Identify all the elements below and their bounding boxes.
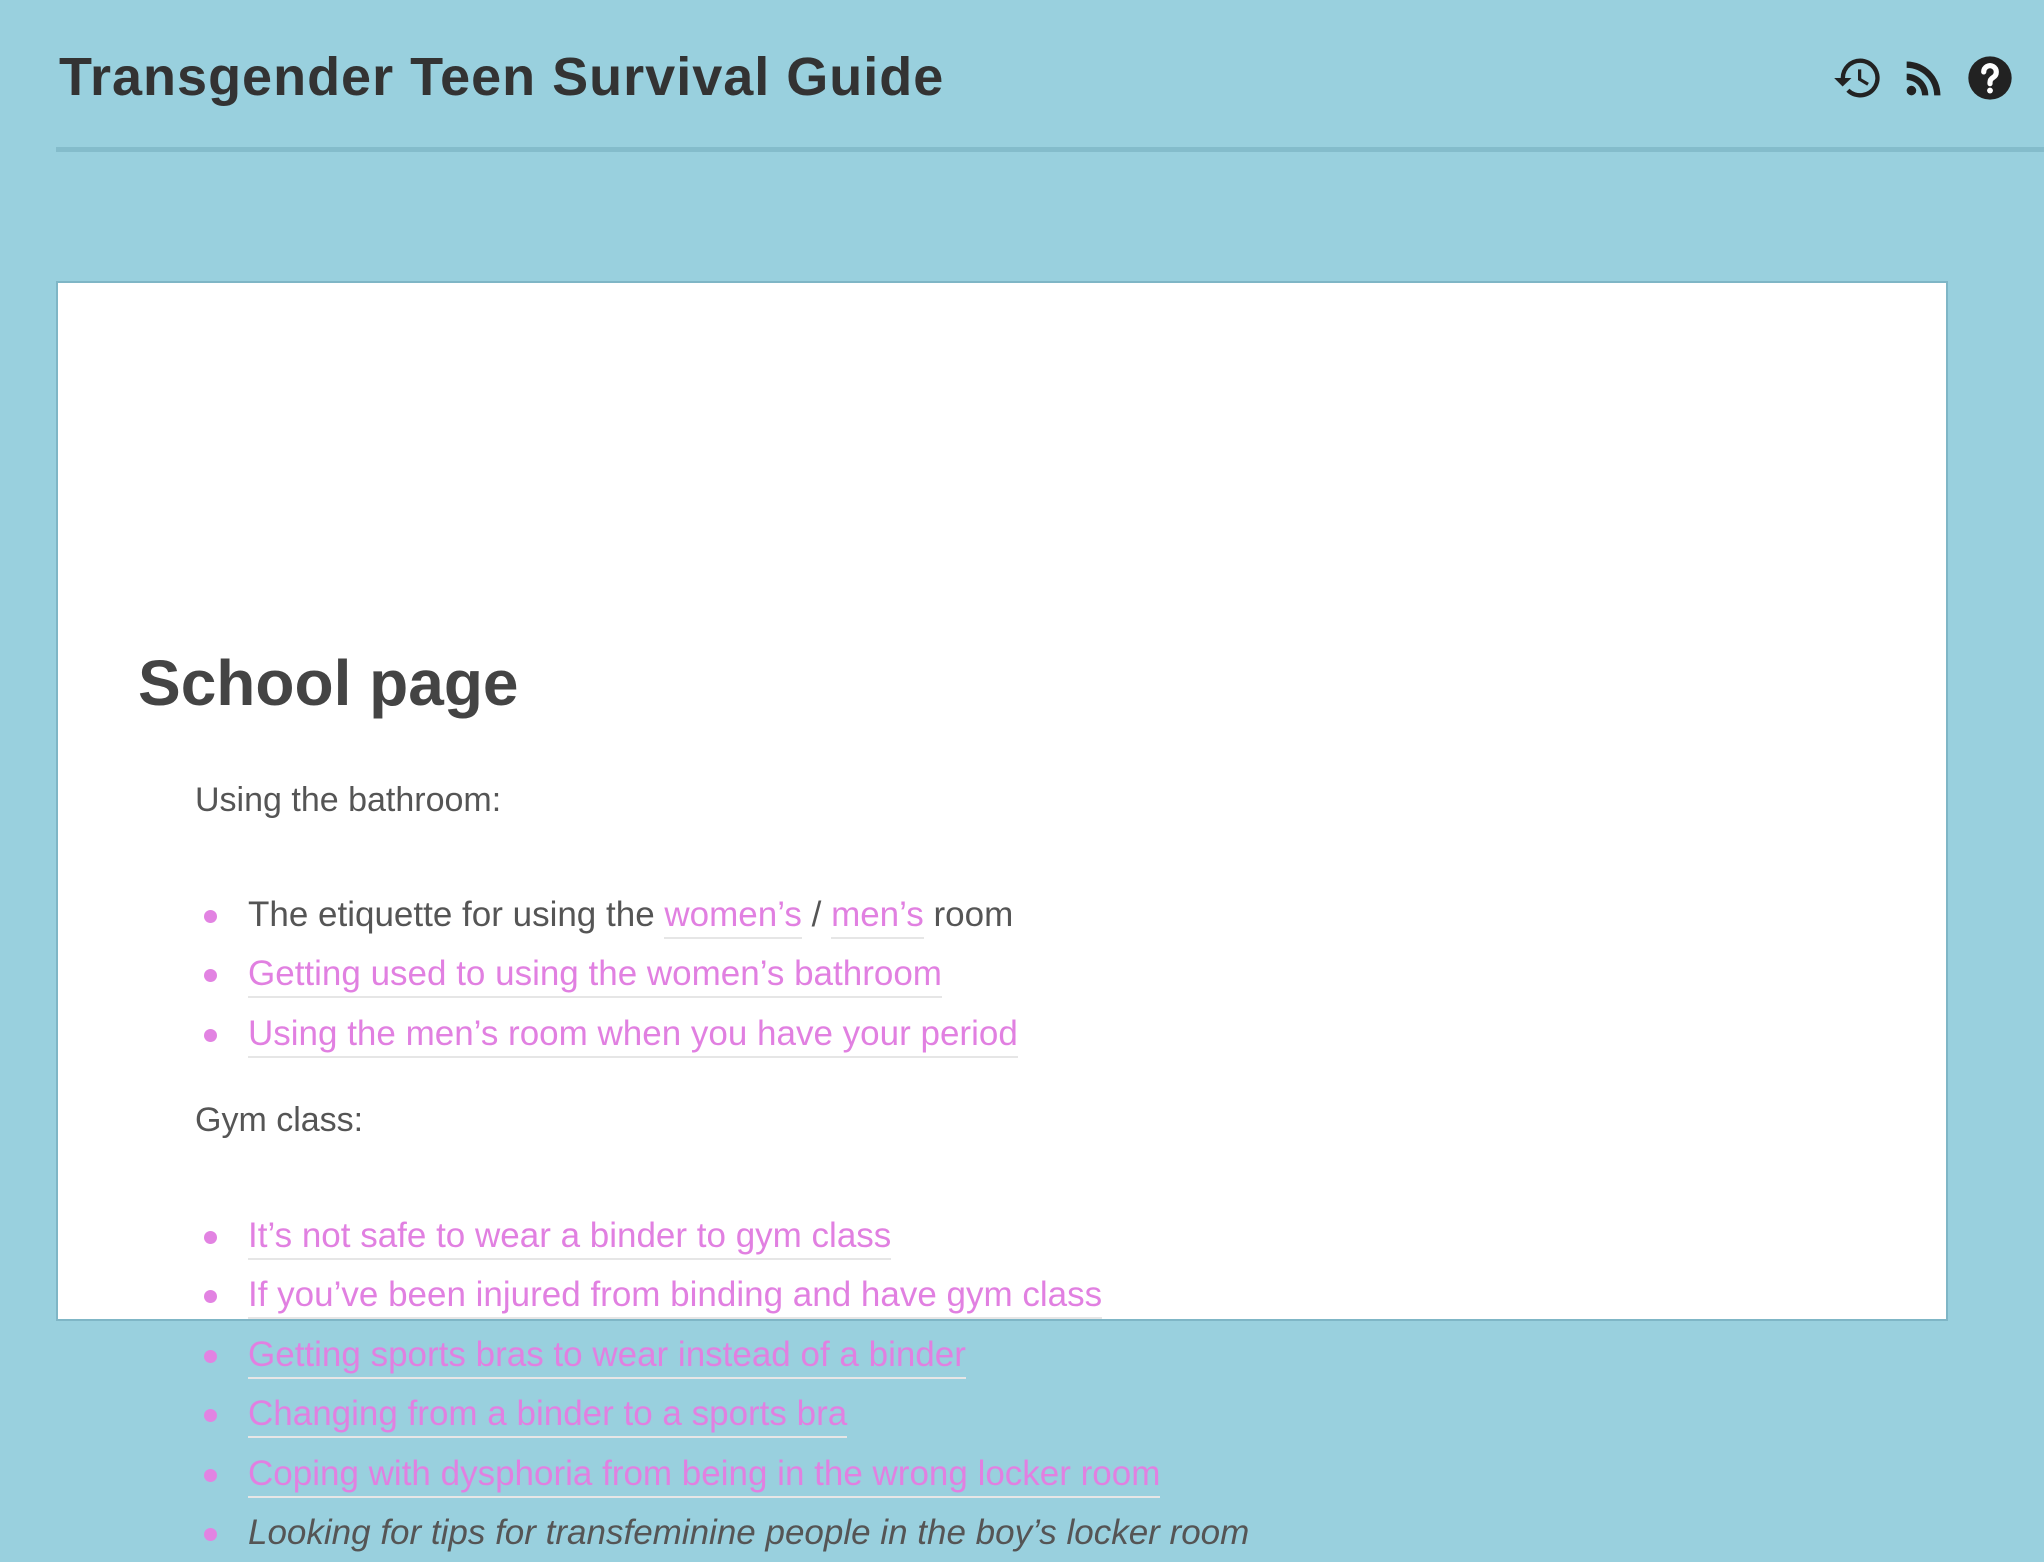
gym-list: It’s not safe to wear a binder to gym cl… bbox=[195, 1206, 1249, 1562]
list-item: Using the men’s room when you have your … bbox=[195, 1004, 1018, 1063]
list-item-link[interactable]: Getting used to using the women’s bathro… bbox=[248, 954, 942, 999]
history-icon[interactable] bbox=[1832, 52, 1884, 104]
section-label-bathroom: Using the bathroom: bbox=[195, 781, 502, 819]
list-item-italic-text: Looking for tips for transfeminine peopl… bbox=[248, 1512, 1250, 1552]
list-item-text: The etiquette for using the bbox=[248, 895, 665, 934]
list-item-link[interactable]: If you’ve been injured from binding and … bbox=[248, 1275, 1103, 1320]
list-item: Looking for tips for transfeminine peopl… bbox=[195, 1503, 1249, 1562]
separator-text: / bbox=[801, 895, 832, 934]
site-header: Transgender Teen Survival Guide bbox=[56, 0, 2044, 152]
bullet-icon bbox=[204, 1409, 217, 1423]
list-item: If you’ve been injured from binding and … bbox=[195, 1265, 1249, 1324]
bullet-icon bbox=[204, 1290, 217, 1304]
list-item-text: room bbox=[923, 895, 1014, 934]
list-item-link[interactable]: Getting sports bras to wear instead of a… bbox=[248, 1334, 966, 1379]
list-item: It’s not safe to wear a binder to gym cl… bbox=[195, 1206, 1249, 1265]
list-item: The etiquette for using the women’s / me… bbox=[195, 885, 1018, 944]
page-title: School page bbox=[138, 647, 519, 719]
bullet-icon bbox=[204, 910, 217, 923]
mens-room-link[interactable]: men’s bbox=[831, 895, 924, 939]
list-item: Coping with dysphoria from being in the … bbox=[195, 1444, 1249, 1503]
header-icon-bar bbox=[1832, 52, 2016, 104]
list-item-link[interactable]: Using the men’s room when you have your … bbox=[248, 1013, 1018, 1058]
site-title[interactable]: Transgender Teen Survival Guide bbox=[59, 44, 944, 110]
list-item-link[interactable]: Coping with dysphoria from being in the … bbox=[248, 1453, 1161, 1498]
rss-feed-icon[interactable] bbox=[1898, 52, 1950, 104]
womens-room-link[interactable]: women’s bbox=[664, 895, 802, 939]
bullet-icon bbox=[204, 1349, 217, 1363]
list-item-link[interactable]: Changing from a binder to a sports bra bbox=[248, 1394, 848, 1439]
bullet-icon bbox=[204, 1527, 217, 1541]
bullet-icon bbox=[204, 1468, 217, 1482]
help-icon[interactable] bbox=[1964, 52, 2016, 104]
bullet-icon bbox=[204, 1028, 217, 1042]
bullet-icon bbox=[204, 1231, 217, 1244]
list-item: Changing from a binder to a sports bra bbox=[195, 1384, 1249, 1443]
bathroom-list: The etiquette for using the women’s / me… bbox=[195, 885, 1018, 1063]
section-label-gym: Gym class: bbox=[195, 1101, 364, 1139]
list-item: Getting used to using the women’s bathro… bbox=[195, 944, 1018, 1003]
content-card: School page Using the bathroom: The etiq… bbox=[56, 281, 1948, 1552]
list-item: Getting sports bras to wear instead of a… bbox=[195, 1325, 1249, 1384]
bullet-icon bbox=[204, 969, 217, 983]
list-item-link[interactable]: It’s not safe to wear a binder to gym cl… bbox=[248, 1216, 892, 1260]
